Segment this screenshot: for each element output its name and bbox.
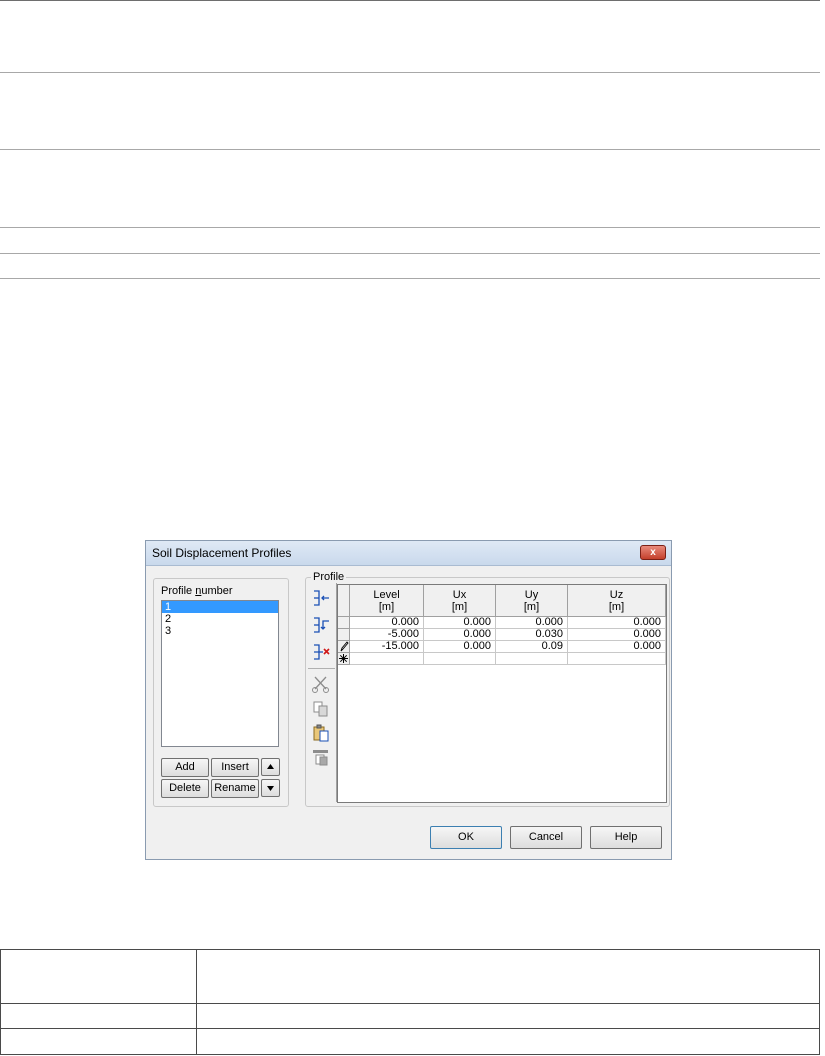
- page-rule: [0, 227, 820, 228]
- list-item[interactable]: 2: [162, 613, 278, 625]
- move-up-button[interactable]: [261, 758, 280, 776]
- arrow-down-icon: [267, 786, 274, 791]
- table-cell[interactable]: -15.000: [350, 641, 424, 653]
- profile-group-label: Profile: [311, 571, 347, 583]
- table-divider: [1, 1028, 819, 1029]
- column-unit: [m]: [451, 601, 468, 613]
- table-divider: [1, 1003, 819, 1004]
- paste-button[interactable]: [310, 723, 332, 743]
- delete-row-icon: [314, 644, 330, 660]
- move-down-button[interactable]: [261, 779, 280, 797]
- profile-toolbar: [307, 583, 337, 802]
- cancel-button[interactable]: Cancel: [510, 826, 582, 849]
- table-cell[interactable]: [568, 653, 666, 665]
- append-row-button[interactable]: [310, 615, 332, 635]
- table-divider: [196, 950, 197, 1054]
- insert-row-button[interactable]: [310, 588, 332, 608]
- profile-grid[interactable]: Level [m] Ux [m] Uy [m] Uz [m] 0.000 0.0…: [337, 584, 667, 803]
- title-bar[interactable]: Soil Displacement Profiles x: [146, 541, 671, 566]
- page-rule: [0, 253, 820, 254]
- dialog-title: Soil Displacement Profiles: [152, 546, 292, 560]
- row-selector[interactable]: [338, 641, 350, 653]
- grid-corner: [338, 585, 350, 617]
- arrow-up-icon: [267, 764, 274, 769]
- column-header-uy[interactable]: Uy [m]: [496, 585, 568, 617]
- paste-special-button[interactable]: [310, 747, 332, 767]
- table-cell[interactable]: 0.09: [496, 641, 568, 653]
- column-header-ux[interactable]: Ux [m]: [424, 585, 496, 617]
- column-name: Level: [373, 589, 400, 601]
- table-cell[interactable]: [496, 653, 568, 665]
- insert-row-icon: [314, 590, 329, 606]
- profile-number-list[interactable]: 1 2 3: [161, 600, 279, 747]
- copy-button[interactable]: [310, 699, 332, 719]
- table-cell[interactable]: [350, 653, 424, 665]
- row-selector[interactable]: [338, 617, 350, 629]
- close-button[interactable]: x: [640, 545, 666, 560]
- column-unit: [m]: [378, 601, 395, 613]
- column-name: Ux: [452, 589, 467, 601]
- delete-row-button[interactable]: [310, 642, 332, 662]
- paste-icon: [313, 724, 329, 742]
- rename-button[interactable]: Rename: [211, 779, 259, 798]
- new-row-asterisk-icon: [339, 654, 348, 663]
- column-unit: [m]: [523, 601, 540, 613]
- pencil-icon: [340, 641, 349, 652]
- document-table: [0, 949, 820, 1055]
- page-rule: [0, 0, 820, 1]
- add-button[interactable]: Add: [161, 758, 209, 777]
- close-icon: x: [650, 547, 656, 558]
- table-cell[interactable]: 0.000: [568, 641, 666, 653]
- list-item[interactable]: 3: [162, 625, 278, 637]
- page-rule: [0, 278, 820, 279]
- insert-button[interactable]: Insert: [211, 758, 259, 777]
- delete-button[interactable]: Delete: [161, 779, 209, 798]
- toolbar-separator: [308, 668, 335, 669]
- column-name: Uz: [609, 589, 624, 601]
- ok-button[interactable]: OK: [430, 826, 502, 849]
- column-name: Uy: [524, 589, 539, 601]
- column-header-level[interactable]: Level [m]: [350, 585, 424, 617]
- table-cell[interactable]: [424, 653, 496, 665]
- cut-button[interactable]: [310, 674, 332, 694]
- table-cell[interactable]: 0.000: [424, 641, 496, 653]
- row-selector[interactable]: [338, 653, 350, 665]
- help-button[interactable]: Help: [590, 826, 662, 849]
- copy-icon: [313, 701, 328, 717]
- row-selector[interactable]: [338, 629, 350, 641]
- profile-number-label: Profile number: [161, 585, 233, 597]
- append-row-icon: [314, 617, 329, 633]
- page-rule: [0, 72, 820, 73]
- page-rule: [0, 149, 820, 150]
- column-unit: [m]: [608, 601, 625, 613]
- paste-special-icon: [313, 750, 328, 766]
- list-item[interactable]: 1: [162, 601, 278, 613]
- column-header-uz[interactable]: Uz [m]: [568, 585, 666, 617]
- cut-icon: [312, 676, 329, 693]
